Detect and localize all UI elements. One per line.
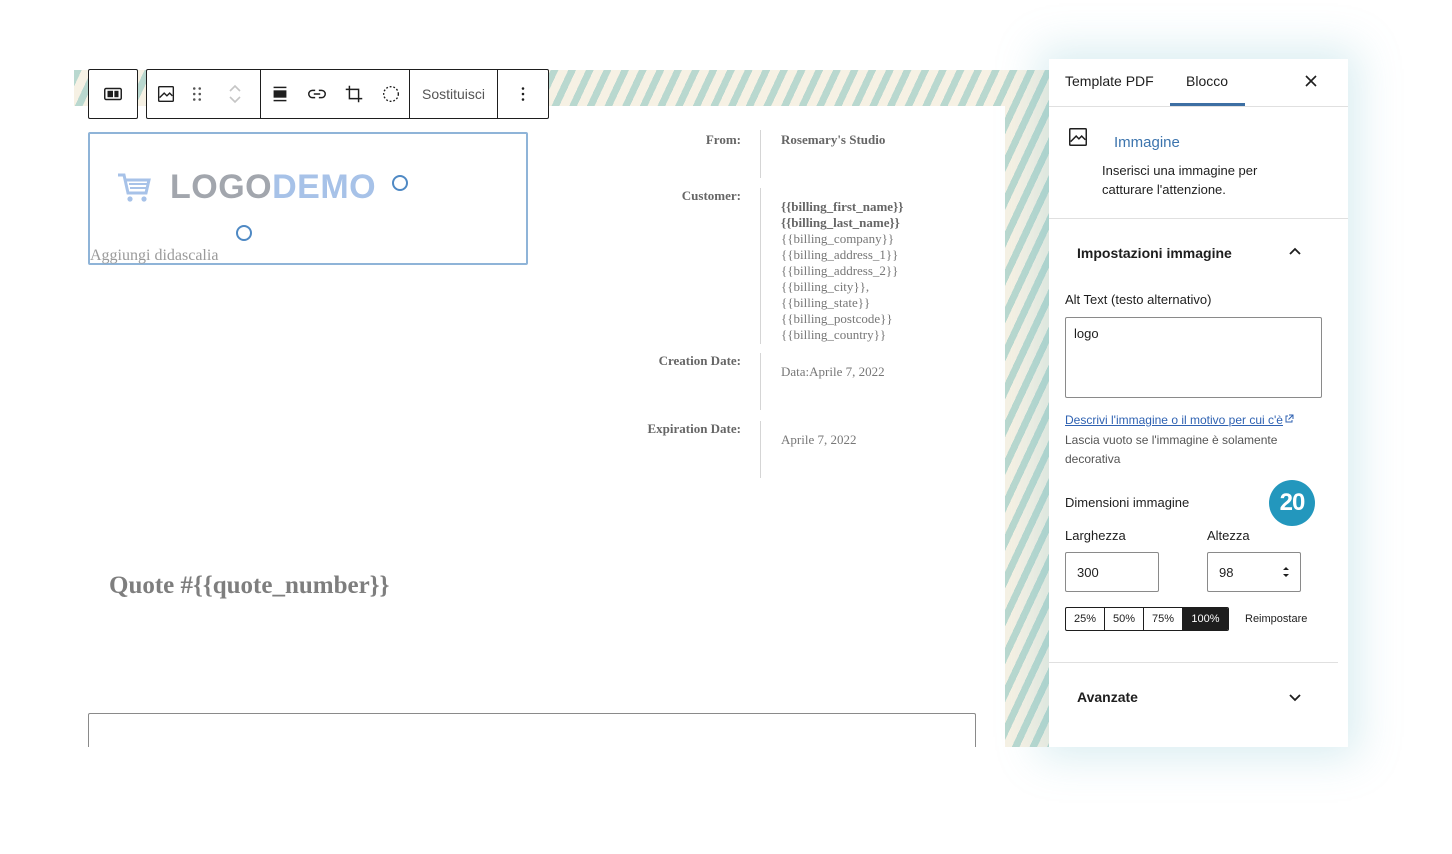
crop-button[interactable] [335, 70, 372, 118]
step-badge: 20 [1269, 480, 1315, 526]
external-link-icon [1285, 414, 1294, 423]
image-icon [157, 85, 174, 103]
height-value: 98 [1219, 565, 1234, 580]
block-mover [210, 70, 260, 118]
caption-placeholder[interactable]: Aggiungi didascalia [90, 247, 218, 265]
percent-50-button[interactable]: 50% [1105, 608, 1144, 630]
billing-address-2: {{billing_address_2}} [781, 263, 899, 278]
block-switcher-button[interactable] [95, 70, 132, 118]
reset-button[interactable]: Reimpostare [1245, 613, 1307, 625]
close-icon[interactable] [1302, 72, 1320, 90]
logo-wordmark: LOGODEMO [170, 168, 377, 206]
image-block-selected[interactable]: LOGODEMO Aggiungi didascalia [88, 132, 528, 265]
resize-handle-bottom[interactable] [236, 225, 252, 241]
width-input[interactable]: 300 [1065, 552, 1159, 592]
image-settings-panel-toggle[interactable]: Impostazioni immagine [1077, 245, 1232, 261]
quote-title[interactable]: Quote #{{quote_number}} [109, 572, 389, 600]
advanced-panel-toggle[interactable]: Avanzate [1077, 689, 1138, 705]
meta-divider [760, 188, 761, 344]
customer-label: Customer: [681, 188, 741, 203]
link-icon [307, 89, 326, 99]
expiration-date-value: Aprile 7, 2022 [781, 432, 857, 447]
crop-icon [345, 85, 362, 103]
align-icon [273, 86, 286, 102]
tab-blocco[interactable]: Blocco [1186, 73, 1228, 89]
more-options-icon [521, 87, 525, 101]
block-title: Immagine [1114, 134, 1180, 151]
duotone-button[interactable] [372, 70, 409, 118]
from-value: Rosemary's Studio [781, 132, 886, 147]
image-dimensions-label: Dimensioni immagine [1065, 495, 1190, 510]
panel-divider [1049, 662, 1338, 663]
settings-sidebar: Template PDF Blocco Immagine Inserisci u… [1049, 59, 1348, 747]
image-type-button[interactable] [147, 70, 184, 118]
cart-icon [118, 173, 151, 202]
block-card: Immagine Inserisci una immagine per catt… [1049, 107, 1348, 219]
alt-text-help-link[interactable]: Descrivi l'immagine o il motivo per cui … [1065, 413, 1294, 427]
block-toolbar: Sostituisci [88, 69, 550, 119]
duotone-icon [382, 85, 399, 103]
alt-text-label: Alt Text (testo alternativo) [1065, 292, 1212, 307]
link-button[interactable] [298, 70, 335, 118]
logo-image[interactable]: LOGODEMO [116, 168, 376, 207]
from-label: From: [705, 132, 741, 147]
meta-divider [760, 353, 761, 410]
billing-state: {{billing_state}} [781, 295, 871, 310]
image-icon [1069, 128, 1087, 146]
more-options-button[interactable] [498, 70, 548, 118]
alt-text-field[interactable]: logo [1065, 317, 1322, 398]
chevron-down-icon[interactable] [1288, 690, 1302, 704]
items-table-block[interactable] [88, 713, 976, 747]
meta-divider [760, 130, 761, 178]
billing-first-name: {{billing_first_name}} [781, 199, 904, 214]
percent-25-button[interactable]: 25% [1066, 608, 1105, 630]
drag-handle[interactable] [184, 70, 210, 118]
billing-company: {{billing_company}} [781, 231, 895, 246]
billing-country: {{billing_country}} [781, 327, 887, 342]
align-button[interactable] [261, 70, 298, 118]
width-label: Larghezza [1065, 528, 1126, 543]
chevron-up-icon[interactable] [1288, 245, 1302, 259]
active-tab-indicator [1170, 103, 1245, 106]
alt-text-help: Lascia vuoto se l'immagine è solamente d… [1065, 433, 1278, 466]
expiration-date-label: Expiration Date: [647, 421, 741, 436]
billing-address-1: {{billing_address_1}} [781, 247, 899, 262]
height-input[interactable]: 98 [1207, 552, 1301, 592]
spinner-icon[interactable] [1282, 565, 1290, 579]
percent-buttons: 25% 50% 75% 100% [1065, 607, 1229, 631]
block-switcher-group [88, 69, 138, 119]
tab-template-pdf[interactable]: Template PDF [1065, 73, 1154, 89]
billing-postcode: {{billing_postcode}} [781, 311, 893, 326]
percent-100-button[interactable]: 100% [1183, 608, 1228, 630]
block-switcher-icon [104, 87, 122, 101]
block-description: Inserisci una immagine per catturare l'a… [1102, 163, 1258, 197]
billing-last-name: {{billing_last_name}} [781, 215, 900, 230]
creation-date-label: Creation Date: [658, 353, 741, 368]
block-tools-group: Sostituisci [146, 69, 550, 119]
replace-button[interactable]: Sostituisci [410, 70, 497, 118]
sidebar-tabs: Template PDF Blocco [1049, 59, 1348, 107]
resize-handle-right[interactable] [392, 175, 408, 191]
creation-date-value: Data:Aprile 7, 2022 [781, 364, 885, 379]
height-label: Altezza [1207, 528, 1250, 543]
move-up-icon[interactable] [227, 82, 243, 94]
billing-city: {{billing_city}}, [781, 279, 870, 294]
drag-handle-icon [192, 87, 202, 101]
meta-divider [760, 421, 761, 478]
percent-75-button[interactable]: 75% [1144, 608, 1183, 630]
move-down-icon[interactable] [227, 94, 243, 106]
